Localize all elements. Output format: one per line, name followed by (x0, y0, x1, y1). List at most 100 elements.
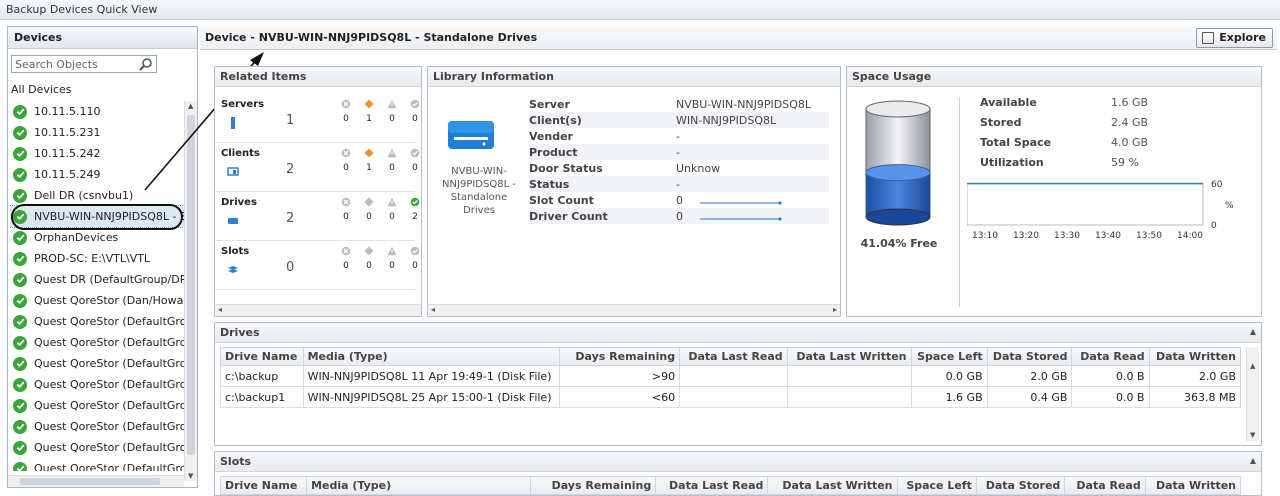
column-header[interactable]: Data Last Read (679, 347, 788, 366)
device-tree-item[interactable]: Quest QoreStor (DefaultGroup/( (10, 395, 184, 416)
related-item-stat: 0 (381, 197, 403, 222)
library-field: Status - (529, 176, 829, 192)
device-tree-item-label: 10.11.5.110 (34, 105, 101, 118)
related-item-label: Clients (221, 148, 260, 159)
device-tree-item-label: 10.11.5.249 (34, 168, 101, 181)
library-field: Door Status Unknow (529, 160, 829, 176)
window-title: Backup Devices Quick View (0, 0, 1280, 20)
search-input[interactable]: Search Objects (11, 55, 157, 73)
device-tree-item[interactable]: Quest QoreStor (DefaultGroup/( (10, 416, 184, 437)
table-cell (786, 386, 912, 408)
related-item-clients[interactable]: Clients 2 0 1 0 0 (215, 144, 420, 192)
ok-status-icon (13, 461, 27, 471)
library-field-label: Server (529, 97, 570, 111)
drives-panel: Drives ▲ Drive Name Media (Type) Days Rema… (214, 322, 1262, 446)
library-field: Client(s) WIN-NNJ9PIDSQ8L (529, 112, 829, 128)
related-item-count: 1 (286, 113, 295, 128)
column-header[interactable]: Data Last Written (786, 347, 912, 366)
utilization-chart: 60 0% 13:10 13:20 13:30 13:40 13:50 14:00 (967, 180, 1234, 241)
selection-highlight-oval (11, 204, 183, 230)
library-info-scrollbar[interactable]: ◂ ▸ (428, 304, 840, 316)
ok-status-icon (13, 251, 27, 266)
library-field-label: Client(s) (529, 113, 582, 127)
space-usage-field: Utilization 59 % (980, 156, 1180, 172)
related-item-count: 2 (286, 162, 295, 177)
all-devices-node[interactable]: All Devices (11, 83, 71, 96)
ok-status-icon (13, 440, 27, 455)
main-area: Device - NVBU-WIN-NNJ9PIDSQ8L - Standalo… (200, 26, 1277, 496)
device-tree-item-label: PROD-SC: E:\VTL\VTL (34, 252, 151, 265)
related-items-scrollbar[interactable]: ◂ (215, 304, 421, 316)
device-tree-item[interactable]: Quest QoreStor (DefaultGroup/( (10, 458, 184, 471)
device-tree-item-label: Quest DR (DefaultGroup/DR410 (34, 273, 184, 286)
explore-button[interactable]: Explore (1196, 28, 1273, 48)
device-tree-item-label: Quest QoreStor (DefaultGroup/A (34, 315, 184, 328)
column-header[interactable]: Media (Type) (302, 347, 561, 366)
slots-title: Slots (215, 452, 1261, 472)
x-tick-label: 14:00 (1177, 231, 1203, 241)
device-tree-item[interactable]: Quest QoreStor (DefaultGroup/A (10, 332, 184, 353)
ok-status-icon (13, 356, 27, 371)
device-tree-item[interactable]: Quest QoreStor (DefaultGroup/A (10, 311, 184, 332)
device-tree-item-label: Dell DR (csnvbu1) (34, 189, 134, 202)
ok-icon (410, 246, 420, 256)
device-caption: NVBU-WIN-NNJ9PIDSQ8L - Standalone Drives (442, 166, 516, 216)
column-header[interactable]: Data Stored (986, 347, 1073, 366)
device-tree-item[interactable]: Quest QoreStor (DefaultGroup/( (10, 437, 184, 458)
table-cell: >90 (559, 365, 681, 387)
device-tree-item[interactable]: Quest QoreStor (DefaultGroup/I (10, 353, 184, 374)
collapse-icon[interactable]: ▲ (1250, 327, 1256, 336)
space-usage-label: Available (980, 96, 1037, 109)
drives-title: Drives (215, 323, 1261, 343)
table-row[interactable]: c:\backup1 WIN-NNJ9PIDSQ8L 25 Apr 15:00-1… (220, 386, 1242, 408)
column-header[interactable]: Drive Name (220, 347, 304, 366)
slots-panel: Slots ▲ Drive Name Media (Type) Days Remai… (214, 451, 1262, 496)
library-field: Vender - (529, 128, 829, 144)
related-item-stat: 0 (358, 246, 380, 271)
table-cell: WIN-NNJ9PIDSQ8L 11 Apr 19:49-1 (Disk Fil… (302, 365, 561, 387)
related-item-drives[interactable]: Drives 2 0 0 0 2 (215, 193, 420, 241)
table-cell: 0.0 GB (910, 365, 988, 387)
column-header[interactable]: Space Left (910, 347, 988, 366)
device-tree-item-label: Quest QoreStor (DefaultGroup/( (34, 462, 184, 471)
ok-icon (410, 99, 420, 109)
table-cell: <60 (559, 386, 681, 408)
error-icon (341, 246, 351, 256)
device-tree-item[interactable]: Quest QoreStor (Dan/Howard) (10, 290, 184, 311)
device-tree-item[interactable]: PROD-SC: E:\VTL\VTL (10, 248, 184, 269)
explore-icon (1202, 32, 1215, 44)
related-item-servers[interactable]: Servers 1 0 1 0 0 (215, 95, 420, 143)
ok-status-icon (13, 104, 27, 119)
x-tick-label: 13:30 (1054, 231, 1080, 241)
related-item-stat: 0 (381, 148, 403, 173)
column-header[interactable]: Data Written (1148, 347, 1242, 366)
table-cell (679, 386, 788, 408)
column-header[interactable]: Days Remaining (559, 347, 681, 366)
servers-icon (227, 117, 239, 129)
warning-icon (387, 148, 397, 158)
device-tree-item[interactable]: Quest QoreStor (DefaultGroup/I (10, 374, 184, 395)
table-row[interactable]: c:\backup WIN-NNJ9PIDSQ8L 11 Apr 19:49-1 … (220, 365, 1242, 387)
library-field-label: Status (529, 177, 570, 191)
library-field-label: Door Status (529, 161, 603, 175)
space-usage-value: 2.4 GB (1111, 116, 1149, 129)
library-field: Server NVBU-WIN-NNJ9PIDSQ8L (529, 96, 829, 112)
library-field-value: 0 (676, 209, 683, 223)
space-usage-field: Available 1.6 GB (980, 96, 1180, 112)
drives-scrollbar[interactable]: ▲ ▼ (1246, 347, 1259, 441)
warning-icon (387, 99, 397, 109)
warning-icon (387, 246, 397, 256)
collapse-icon[interactable]: ▲ (1250, 456, 1256, 465)
device-tree-item-label: Quest QoreStor (DefaultGroup/I (34, 378, 184, 391)
column-header[interactable]: Data Read (1071, 347, 1150, 366)
device-tree-item-label: Quest QoreStor (DefaultGroup/( (34, 420, 184, 433)
related-item-stat: 0 (358, 197, 380, 222)
device-tree-item[interactable]: OrphanDevices (10, 227, 184, 248)
horizontal-scrollbar[interactable] (8, 475, 184, 487)
space-cylinder-gauge (865, 100, 931, 226)
device-tree-item[interactable]: Quest DR (DefaultGroup/DR410 (10, 269, 184, 290)
related-item-slots[interactable]: Slots 0 0 0 0 0 (215, 242, 420, 290)
table-cell: c:\backup (220, 365, 304, 387)
related-item-label: Servers (221, 99, 265, 110)
device-tree-item-label: Quest QoreStor (DefaultGroup/A (34, 336, 184, 349)
